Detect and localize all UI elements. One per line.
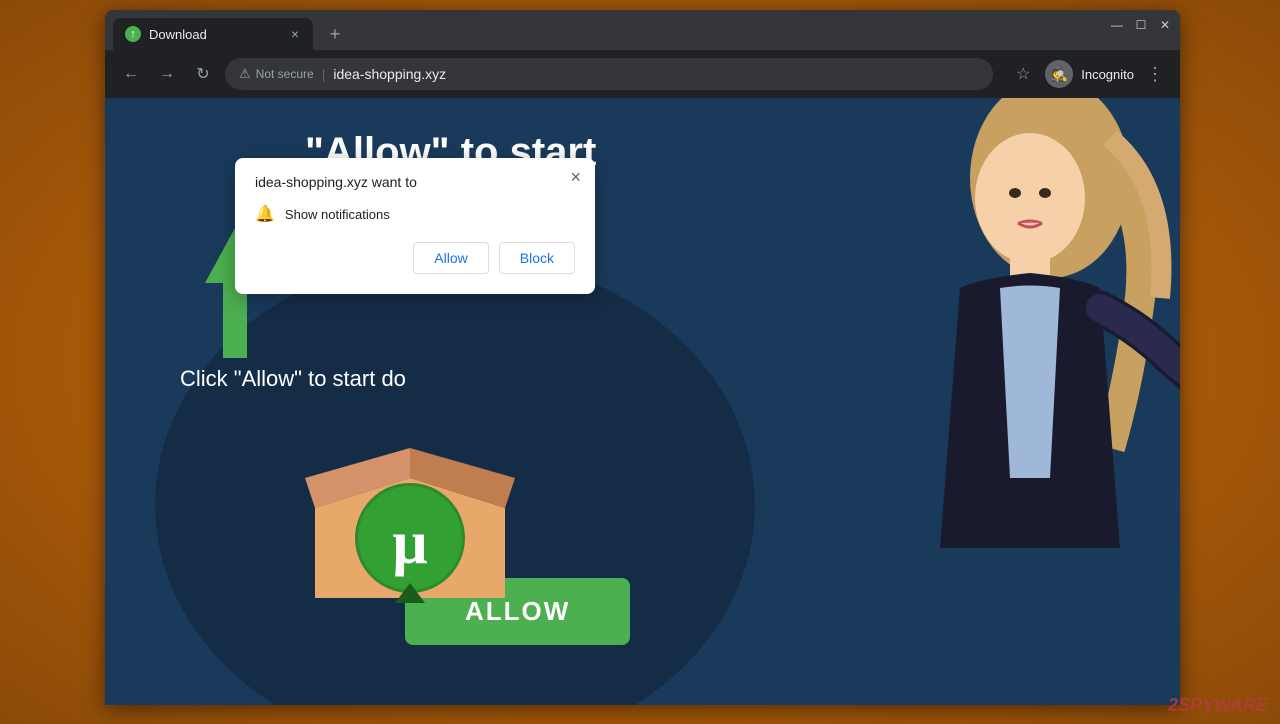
popup-title: idea-shopping.xyz want to [255, 174, 575, 190]
watermark-label: 2SPYWARE [1168, 695, 1268, 716]
back-button[interactable]: ← [117, 60, 145, 88]
notification-popup: × idea-shopping.xyz want to 🔔 Show notif… [235, 158, 595, 294]
active-tab[interactable]: ↑ Download × [113, 18, 313, 50]
svg-text:μ: μ [392, 509, 427, 577]
popup-buttons: Allow Block [255, 242, 575, 274]
browser-menu-button[interactable]: ⋮ [1142, 60, 1168, 89]
security-label: Not secure [256, 67, 314, 81]
new-tab-button[interactable]: + [321, 20, 349, 48]
woman-figure [800, 98, 1180, 705]
notification-label: Show notifications [285, 207, 390, 222]
address-separator: | [322, 66, 326, 82]
tab-title: Download [149, 27, 281, 42]
bell-icon: 🔔 [255, 204, 275, 224]
address-bar-area: ← → ↻ ⚠ Not secure | idea-shopping.xyz ☆… [105, 50, 1180, 98]
address-bar-right: ☆ 🕵 Incognito ⋮ [1009, 60, 1168, 89]
allow-button[interactable]: Allow [413, 242, 488, 274]
incognito-icon: 🕵 [1045, 60, 1073, 88]
tab-bar: ↑ Download × + — ☐ ✕ [105, 10, 1180, 50]
forward-button[interactable]: → [153, 60, 181, 88]
incognito-label: Incognito [1081, 67, 1134, 82]
warning-icon: ⚠ [239, 66, 251, 82]
tab-favicon: ↑ [125, 26, 141, 42]
address-bar[interactable]: ⚠ Not secure | idea-shopping.xyz [225, 58, 993, 90]
window-controls: — ☐ ✕ [1110, 18, 1172, 32]
reload-button[interactable]: ↻ [189, 60, 217, 88]
torrent-box-icon: μ [295, 388, 525, 623]
close-window-button[interactable]: ✕ [1158, 18, 1172, 32]
maximize-button[interactable]: ☐ [1134, 18, 1148, 32]
minimize-button[interactable]: — [1110, 18, 1124, 32]
browser-window: ↑ Download × + — ☐ ✕ ← → ↻ ⚠ Not secure … [105, 10, 1180, 705]
page-content: "Allow" to start wnloading Click "Allow"… [105, 98, 1180, 705]
popup-close-button[interactable]: × [570, 168, 581, 186]
block-button[interactable]: Block [499, 242, 575, 274]
bookmark-button[interactable]: ☆ [1009, 60, 1037, 88]
tab-close-button[interactable]: × [289, 24, 301, 44]
security-warning: ⚠ Not secure [239, 66, 314, 82]
url-display: idea-shopping.xyz [333, 66, 446, 82]
notification-row: 🔔 Show notifications [255, 204, 575, 224]
